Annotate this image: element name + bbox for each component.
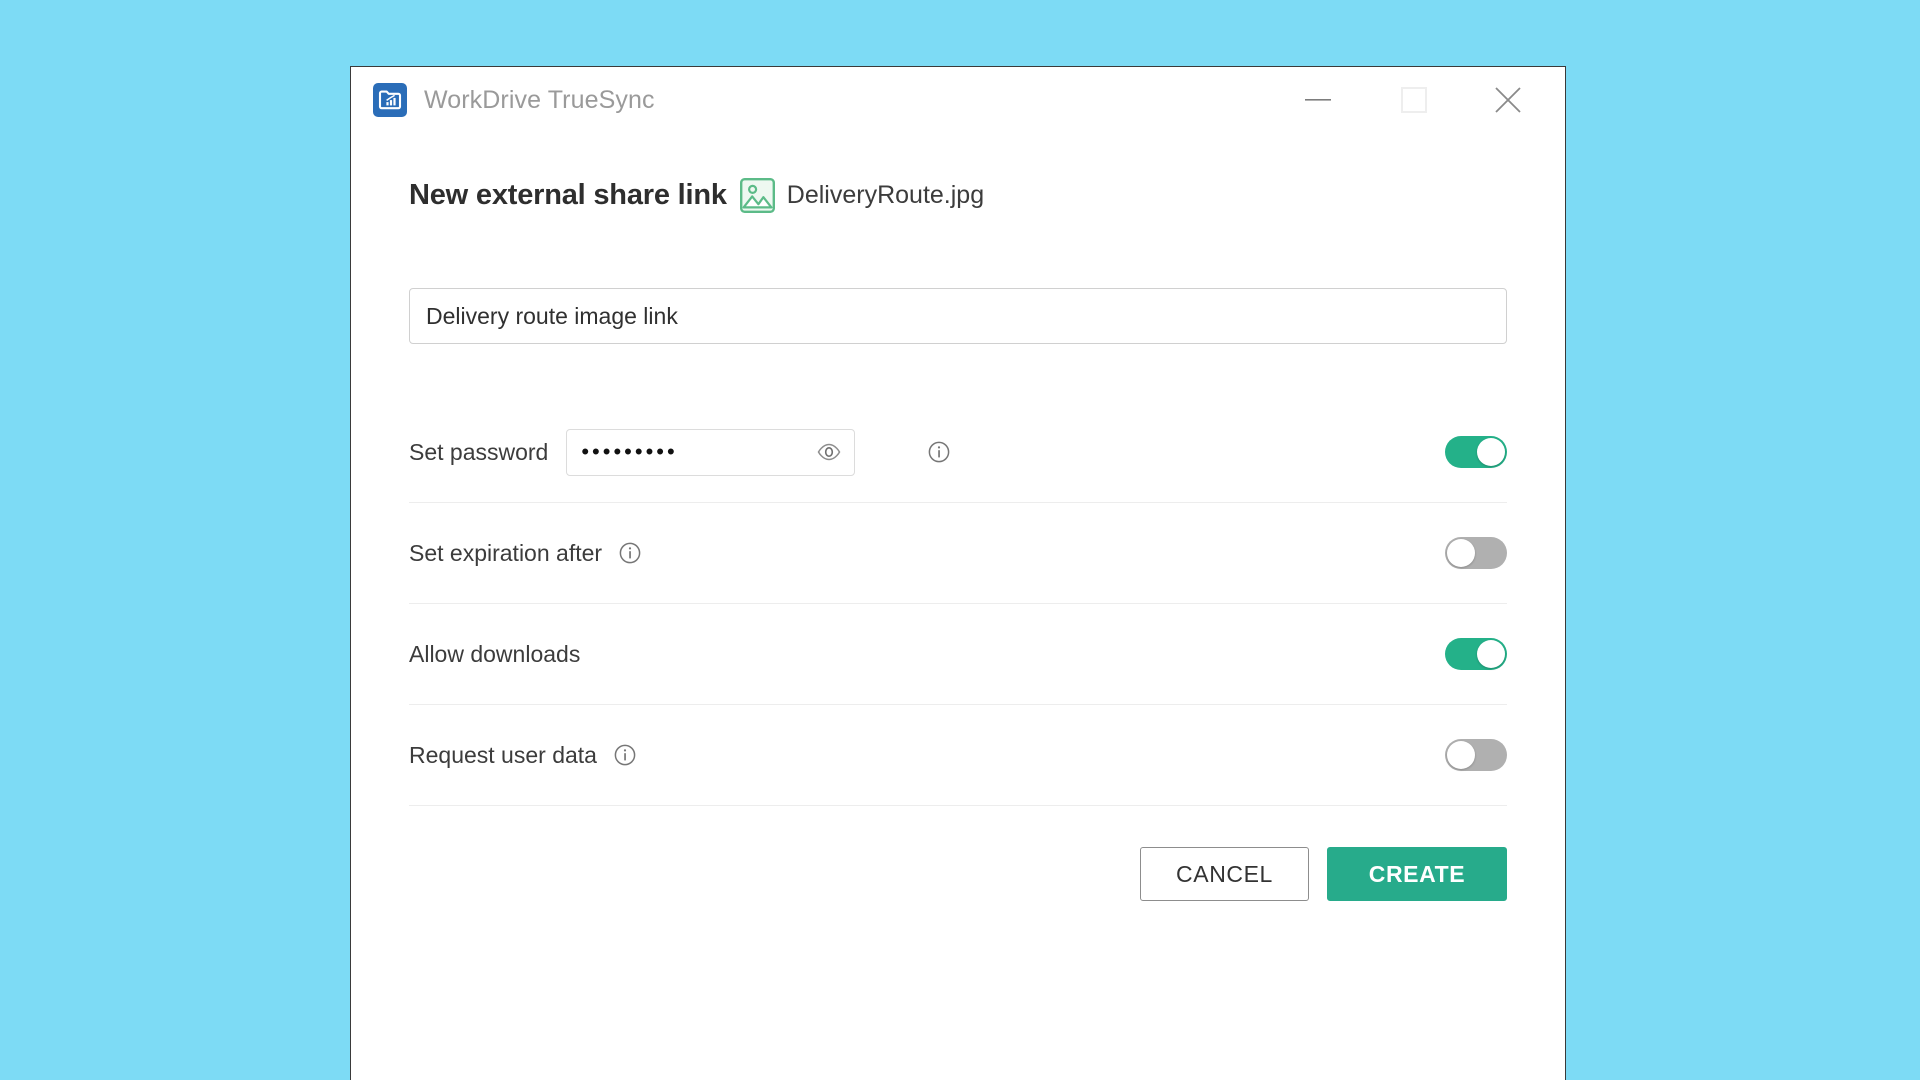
toggle-request-user-data[interactable] [1445,739,1507,771]
app-window: WorkDrive TrueSync New external share li… [350,66,1566,1080]
toggle-knob [1477,438,1505,466]
file-name: DeliveryRoute.jpg [786,181,985,209]
app-title: WorkDrive TrueSync [424,85,655,114]
toggle-set-expiration-after[interactable] [1445,537,1507,569]
toggle-knob [1447,539,1475,567]
setting-label: Request user data [409,741,597,768]
toggle-knob [1477,640,1505,668]
page-title: New external share link [409,179,727,211]
link-name-input[interactable] [409,288,1507,344]
setting-label: Set expiration after [409,539,603,566]
dialog-content: New external share link DeliveryRoute.jp… [351,133,1565,1080]
cancel-button[interactable]: CANCEL [1140,847,1309,901]
close-icon[interactable] [1477,72,1539,128]
toggle-allow-downloads[interactable] [1445,638,1507,670]
toggle-knob [1447,741,1475,769]
settings-list: Set password ••••••••• Set expiration af… [409,402,1507,806]
image-file-icon [739,177,776,214]
eye-icon[interactable] [816,439,842,465]
password-field[interactable]: ••••••••• [566,428,856,476]
setting-row-request-user-data: Request user data [409,705,1507,806]
toggle-set-password[interactable] [1445,436,1507,468]
create-button[interactable]: CREATE [1327,847,1507,901]
link-name-field-wrap [409,288,1507,344]
setting-row-set-expiration-after: Set expiration after [409,503,1507,604]
setting-label: Allow downloads [409,640,581,667]
maximize-icon[interactable] [1383,72,1445,128]
setting-row-set-password: Set password ••••••••• [409,402,1507,503]
password-masked-value: ••••••••• [581,439,678,464]
info-icon[interactable] [613,743,637,767]
setting-row-allow-downloads: Allow downloads [409,604,1507,705]
info-icon[interactable] [927,440,951,464]
workdrive-app-icon [373,83,407,117]
info-icon[interactable] [618,541,642,565]
window-controls [1287,67,1565,133]
setting-label: Set password [409,438,549,465]
dialog-header: New external share link DeliveryRoute.jp… [409,177,1507,214]
dialog-footer: CANCEL CREATE [409,847,1507,921]
title-bar: WorkDrive TrueSync [351,67,1565,133]
minimize-icon[interactable] [1287,72,1349,128]
